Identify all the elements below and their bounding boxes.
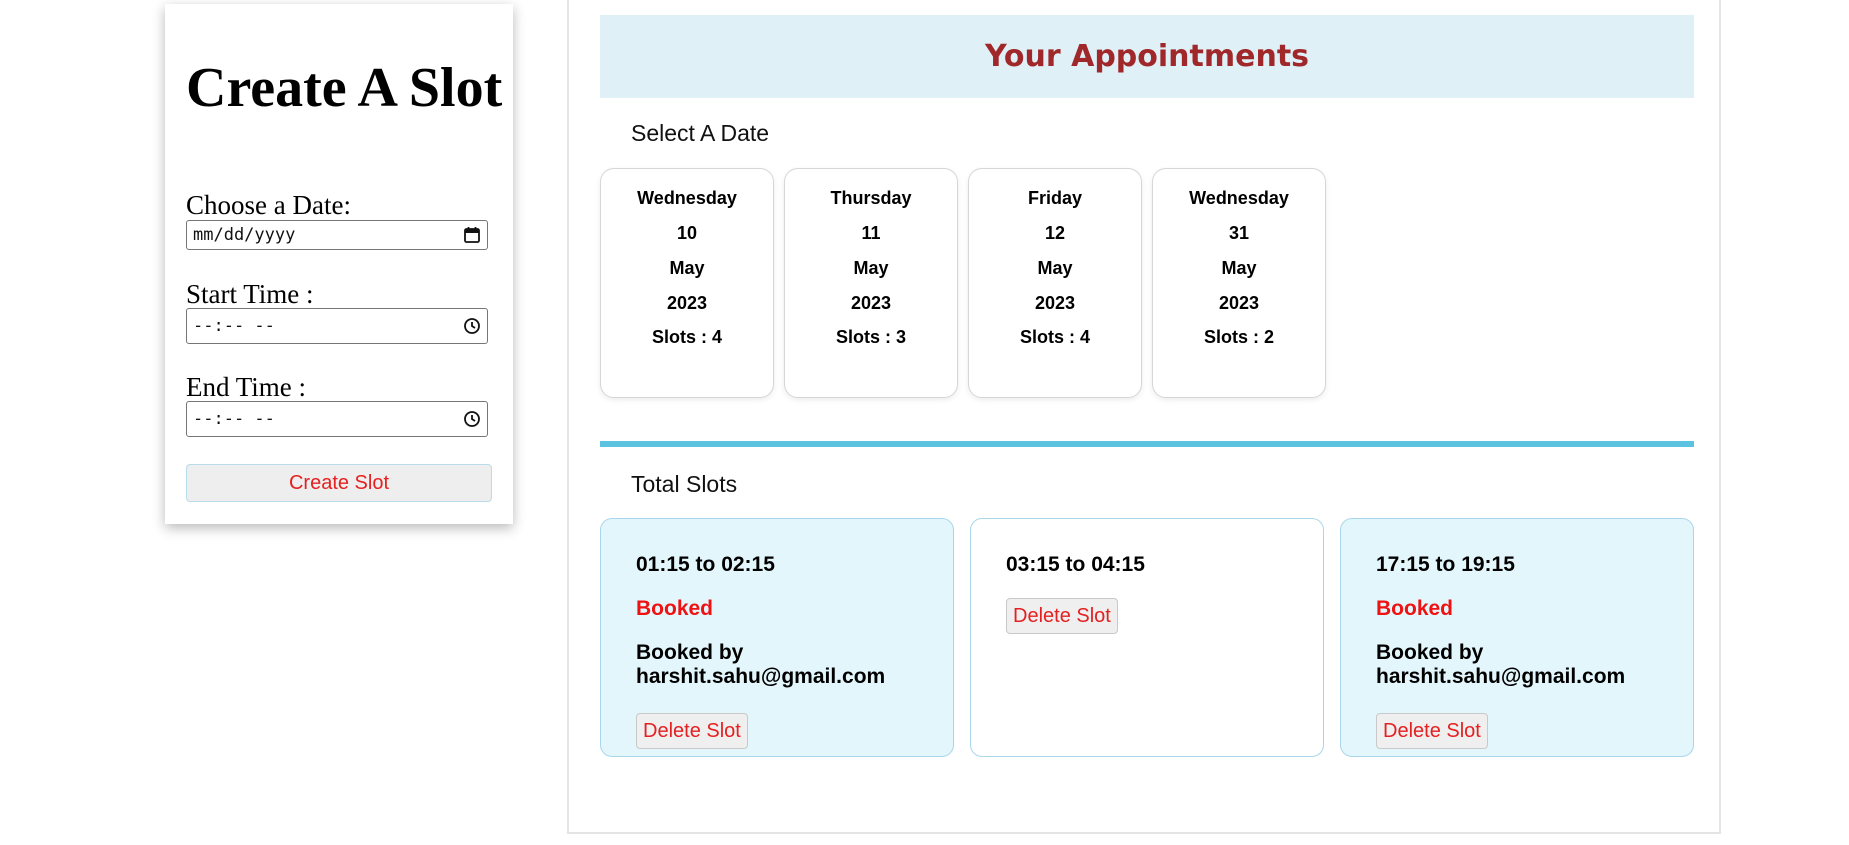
calendar-icon[interactable] [463,226,481,244]
slot-card: 17:15 to 19:15 Booked Booked by harshit.… [1340,518,1694,757]
select-date-label: Select A Date [631,120,770,146]
delete-slot-button[interactable]: Delete Slot [1376,713,1488,749]
date-card[interactable]: Wednesday 31 May 2023 Slots : 2 [1152,168,1326,398]
start-time-label: Start Time : [186,279,314,309]
date-month: May [1037,258,1073,278]
appointments-header: Your Appointments [600,15,1694,98]
slot-card: 03:15 to 04:15 Delete Slot [970,518,1324,757]
date-day: 10 [676,223,698,243]
slot-status: Booked [636,597,714,620]
create-slot-form: Create A Slot Choose a Date: mm/dd/yyyy … [165,4,513,524]
date-month: May [1221,258,1257,278]
slot-booked-by: Booked by harshit.sahu@gmail.com [636,641,886,688]
date-input[interactable]: mm/dd/yyyy [186,220,488,250]
clock-icon[interactable] [463,410,481,428]
date-month: May [853,258,889,278]
section-divider [600,441,1694,447]
end-time-label: End Time : [186,372,307,402]
date-placeholder: mm/dd/yyyy [193,225,296,245]
date-day: 11 [861,223,881,243]
slot-card: 01:15 to 02:15 Booked Booked by harshit.… [600,518,954,757]
date-slot-count: Slots : 4 [1019,327,1090,347]
date-month: May [669,258,705,278]
clock-icon[interactable] [463,317,481,335]
date-year: 2023 [1218,293,1260,313]
form-title: Create A Slot [186,57,503,119]
end-time-input[interactable]: --:-- -- [186,401,488,437]
date-slot-count: Slots : 3 [835,327,906,347]
date-card[interactable]: Friday 12 May 2023 Slots : 4 [968,168,1142,398]
slot-booked-by: Booked by harshit.sahu@gmail.com [1376,641,1626,688]
date-card[interactable]: Wednesday 10 May 2023 Slots : 4 [600,168,774,398]
slot-time: 01:15 to 02:15 [636,553,775,576]
date-day: 12 [1044,223,1066,243]
date-weekday: Wednesday [1189,188,1289,208]
slot-status: Booked [1376,597,1454,620]
create-slot-button[interactable]: Create Slot [186,464,492,502]
slot-time: 03:15 to 04:15 [1006,553,1145,576]
date-year: 2023 [1034,293,1076,313]
date-day: 31 [1228,223,1250,243]
total-slots-label: Total Slots [631,471,738,497]
date-year: 2023 [850,293,892,313]
start-time-placeholder: --:-- -- [193,316,275,336]
start-time-input[interactable]: --:-- -- [186,308,488,344]
date-weekday: Thursday [830,188,912,208]
slot-time: 17:15 to 19:15 [1376,553,1515,576]
date-slot-count: Slots : 2 [1203,327,1274,347]
date-slot-count: Slots : 4 [651,327,722,347]
date-card[interactable]: Thursday 11 May 2023 Slots : 3 [784,168,958,398]
date-weekday: Friday [1027,188,1083,208]
date-label: Choose a Date: [186,190,351,220]
delete-slot-button[interactable]: Delete Slot [1006,598,1118,634]
end-time-placeholder: --:-- -- [193,409,275,429]
date-year: 2023 [666,293,708,313]
delete-slot-button[interactable]: Delete Slot [636,713,748,749]
date-weekday: Wednesday [637,188,737,208]
appointments-panel: Your Appointments Select A Date Wednesda… [567,0,1721,834]
